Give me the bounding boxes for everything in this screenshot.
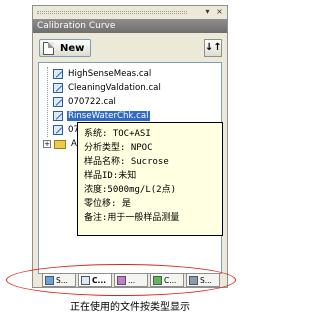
tab-label: C... xyxy=(164,275,177,285)
calibration-file-icon xyxy=(53,97,63,107)
expand-icon[interactable]: + xyxy=(43,140,51,148)
tooltip-line: 备注:用于一般样品测量 xyxy=(84,213,180,223)
tab-control[interactable]: C... xyxy=(150,273,184,287)
tooltip-line: 零位移: 是 xyxy=(84,199,131,209)
list-item-selected[interactable]: RinseWaterChk.cal xyxy=(53,110,150,122)
tab-label: ... xyxy=(128,275,136,285)
folder-icon xyxy=(54,139,66,149)
calibration-file-icon xyxy=(53,111,63,121)
dropdown-icon[interactable]: ▾ xyxy=(202,7,213,17)
control-icon xyxy=(153,275,162,285)
list-item[interactable]: 070722.cal xyxy=(53,96,117,108)
tooltip-line: 浓度:5000mg/L(2点) xyxy=(84,185,177,195)
tooltip-line: 分析类型: NPOC xyxy=(84,143,153,153)
tooltip-line: 系统: TOC+ASI xyxy=(84,129,151,139)
calibration-file-icon xyxy=(53,69,63,79)
list-item-label: HighSenseMeas.cal xyxy=(68,69,152,79)
system-icon xyxy=(189,275,198,285)
list-item[interactable]: CleaningValdation.cal xyxy=(53,82,162,94)
calibration-icon xyxy=(81,275,90,285)
tree-connector xyxy=(47,67,48,137)
tab-calibration[interactable]: C... xyxy=(78,273,112,287)
list-item-label: 070722.cal xyxy=(68,97,116,107)
sample-table-icon xyxy=(45,275,54,285)
new-button[interactable]: New xyxy=(39,39,91,57)
calibration-file-icon xyxy=(53,125,63,135)
caption: 正在使用的文件按类型显示 xyxy=(70,302,190,313)
list-item-label: RinseWaterChk.cal xyxy=(67,111,150,121)
tab-system[interactable]: S... xyxy=(186,273,220,287)
tab-label: S... xyxy=(56,275,68,285)
close-icon[interactable]: × xyxy=(214,7,225,17)
tab-label: S... xyxy=(200,275,212,285)
new-button-label: New xyxy=(60,42,85,54)
method-icon xyxy=(117,275,126,285)
tab-sample[interactable]: S... xyxy=(42,273,76,287)
list-item[interactable]: HighSenseMeas.cal xyxy=(53,68,152,80)
page: ▾ × Calibration Curve New ↓↑ HighSenseMe… xyxy=(0,0,260,315)
list-item-label: CleaningValdation.cal xyxy=(68,83,161,93)
sort-button[interactable]: ↓↑ xyxy=(204,39,222,57)
tab-method[interactable]: ... xyxy=(114,273,148,287)
panel-title: Calibration Curve xyxy=(33,19,227,33)
toolbar: New ↓↑ xyxy=(33,36,227,60)
file-type-tabs: S... C... ... C... S... xyxy=(42,273,220,287)
panel-top-strip: ▾ × xyxy=(33,6,227,18)
drag-grip[interactable] xyxy=(37,11,187,14)
tooltip-line: 样品ID:未知 xyxy=(84,171,137,181)
tab-label: C... xyxy=(92,275,107,285)
calibration-file-icon xyxy=(53,83,63,93)
tooltip-line: 样品名称: Sucrose xyxy=(84,157,169,167)
new-document-icon xyxy=(43,41,54,55)
file-info-tooltip: 系统: TOC+ASI 分析类型: NPOC 样品名称: Sucrose 样品I… xyxy=(77,122,223,236)
